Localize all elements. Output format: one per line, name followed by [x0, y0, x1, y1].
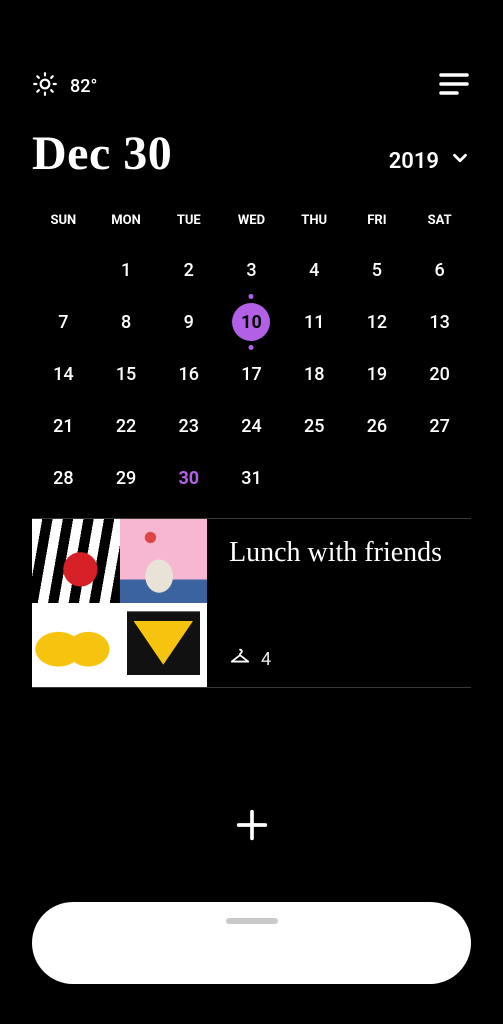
calendar-day[interactable]: 22 — [95, 400, 158, 452]
calendar-day[interactable]: 13 — [408, 296, 471, 348]
calendar-day[interactable]: 4 — [283, 244, 346, 296]
weekday-header: TUE — [157, 203, 220, 244]
bottom-sheet[interactable] — [32, 902, 471, 984]
event-thumbnails — [32, 519, 207, 687]
calendar-day[interactable]: 28 — [32, 452, 95, 504]
calendar-day[interactable]: 5 — [346, 244, 409, 296]
hanger-icon — [229, 646, 251, 673]
add-button[interactable] — [232, 805, 272, 849]
calendar-day[interactable]: 16 — [157, 348, 220, 400]
calendar-day[interactable]: 25 — [283, 400, 346, 452]
calendar-day[interactable]: 6 — [408, 244, 471, 296]
weekday-header: WED — [220, 203, 283, 244]
weekday-header: MON — [95, 203, 158, 244]
weekday-header: SAT — [408, 203, 471, 244]
calendar-day[interactable]: 27 — [408, 400, 471, 452]
event-meta: 4 — [229, 646, 463, 673]
event-thumb — [32, 519, 120, 603]
menu-button[interactable] — [437, 70, 471, 102]
calendar-grid: SUNMONTUEWEDTHUFRISAT1234567891011121314… — [32, 203, 471, 504]
calendar-day[interactable]: 24 — [220, 400, 283, 452]
calendar-day[interactable]: 14 — [32, 348, 95, 400]
current-date: Dec 30 — [32, 126, 172, 181]
year-selector[interactable]: 2019 — [389, 147, 471, 181]
weekday-header: THU — [283, 203, 346, 244]
weather-widget[interactable]: 82° — [32, 71, 97, 102]
calendar-day[interactable]: 9 — [157, 296, 220, 348]
calendar-day[interactable]: 3 — [220, 244, 283, 296]
chevron-down-icon — [449, 147, 471, 175]
calendar-day[interactable]: 17 — [220, 348, 283, 400]
weather-temp: 82° — [70, 76, 97, 97]
calendar-day[interactable]: 31 — [220, 452, 283, 504]
calendar-day[interactable]: 11 — [283, 296, 346, 348]
calendar-day[interactable]: 18 — [283, 348, 346, 400]
event-card[interactable]: Lunch with friends 4 — [32, 518, 471, 688]
calendar-day[interactable]: 12 — [346, 296, 409, 348]
event-thumb — [120, 519, 208, 603]
weekday-header: FRI — [346, 203, 409, 244]
calendar-day[interactable]: 23 — [157, 400, 220, 452]
calendar-day[interactable]: 7 — [32, 296, 95, 348]
sheet-grabber[interactable] — [226, 918, 278, 924]
calendar-day[interactable]: 15 — [95, 348, 158, 400]
calendar-day[interactable]: 29 — [95, 452, 158, 504]
year-label: 2019 — [389, 149, 439, 174]
event-thumb — [120, 603, 208, 687]
calendar-day[interactable]: 2 — [157, 244, 220, 296]
calendar-day[interactable]: 20 — [408, 348, 471, 400]
calendar-day-empty — [32, 244, 95, 296]
calendar-day[interactable]: 30 — [157, 452, 220, 504]
sun-icon — [32, 71, 58, 102]
calendar-day[interactable]: 10 — [220, 296, 283, 348]
calendar-day[interactable]: 26 — [346, 400, 409, 452]
calendar-day[interactable]: 8 — [95, 296, 158, 348]
calendar-day[interactable]: 21 — [32, 400, 95, 452]
event-thumb — [32, 603, 120, 687]
weekday-header: SUN — [32, 203, 95, 244]
calendar-day[interactable]: 19 — [346, 348, 409, 400]
event-items-count: 4 — [261, 649, 271, 670]
event-title: Lunch with friends — [229, 537, 463, 569]
calendar-day[interactable]: 1 — [95, 244, 158, 296]
